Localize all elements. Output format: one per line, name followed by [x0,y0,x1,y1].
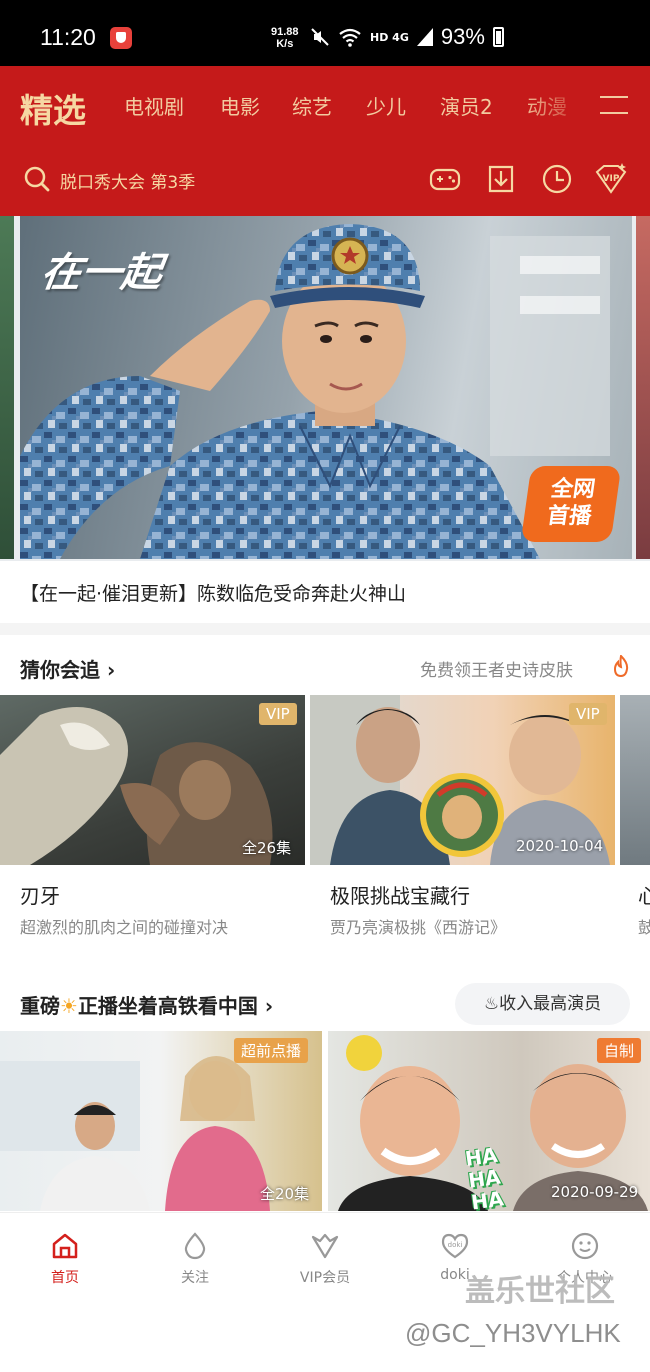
premiere-badge: 全网 首播 [520,466,622,542]
card-title[interactable]: 极限挑战宝藏行 [330,880,470,909]
nav-tab-movie[interactable]: 电影 [220,91,260,120]
status-time: 11:20 [40,24,96,50]
episode-count: 全20集 [260,1185,310,1203]
battery-icon [492,27,504,47]
svg-text:VIP: VIP [603,174,620,184]
section-title-prefix: 重磅 [20,994,60,1018]
early-access-badge: 超前点播 [234,1038,309,1063]
card-title[interactable]: 心 [638,880,650,909]
card-title[interactable]: 刃牙 [20,880,60,909]
channel-nav: 精选 电视剧 电影 综艺 少儿 演员2 动漫 [0,66,650,144]
chevron-right-icon: › [257,994,274,1018]
community-watermark: 盖乐世社区 [465,1274,615,1309]
flame-icon [613,655,629,677]
card-subtitle: 超激烈的肌肉之间的碰撞对决 [20,918,229,937]
download-icon[interactable] [484,162,518,196]
vip-crown-icon [311,1233,339,1259]
section-title-text: 猜你会追 [20,658,100,682]
vip-badge: VIP [569,703,607,725]
banner-caption[interactable]: 【在一起·催泪更新】陈数临危受命奔赴火神山 [0,561,650,623]
tab-label: VIP会员 [299,1270,351,1286]
game-controller-icon[interactable] [428,162,462,196]
nav-tab-tv[interactable]: 电视剧 [124,91,184,120]
search-input[interactable]: 脱口秀大会 第3季 [60,168,195,193]
net-speed: 91.88 K/s [271,26,299,50]
top-earning-actors-pill[interactable]: ♨收入最高演员 [455,983,630,1025]
vip-diamond-icon[interactable]: VIP [594,162,628,196]
card-thumbnail-peek[interactable] [620,695,650,865]
nav-fade [520,66,590,144]
status-icons: HD 4G 93% [310,24,504,50]
nav-tab-featured[interactable]: 精选 [20,84,86,132]
vip-badge: VIP [259,703,297,725]
promo-link[interactable]: 免费领王者史诗皮肤 [420,656,573,681]
app-header: 精选 电视剧 电影 综艺 少儿 演员2 动漫 脱口秀大会 第3季 VIP [0,66,650,216]
shield-app-icon [110,27,132,49]
tab-label: 首页 [51,1270,79,1286]
mute-icon [311,28,329,46]
menu-icon[interactable] [600,96,628,116]
nav-tab-actor[interactable]: 演员2 [440,91,493,120]
sun-icon: ☀ [60,994,78,1018]
banner-poster[interactable]: 在一起 全网 首播 [20,216,632,559]
card-subtitle: 贾乃亮演极挑《西游记》 [330,918,507,937]
chevron-right-icon: › [100,658,116,682]
net-speed-unit: K/s [276,38,294,50]
banner-next-peek[interactable] [636,216,650,559]
net-speed-value: 91.88 [271,26,299,38]
profile-smile-icon [571,1232,599,1260]
status-bar: 11:20 91.88 K/s HD 4G 93% [0,0,650,66]
section-title-highlight[interactable]: 重磅☀正播坐着高铁看中国 › [20,990,273,1019]
banner-caption-text: 【在一起·催泪更新】陈数临危受命奔赴火神山 [20,583,407,605]
episode-count: 全26集 [242,839,292,857]
user-watermark: @GC_YH3VYLHK [405,1318,621,1348]
tab-vip[interactable]: VIP会员 [280,1231,370,1287]
banner-title-art: 在一起 [38,249,165,296]
history-clock-icon[interactable] [540,162,574,196]
network-type: HD 4G [370,30,409,44]
card-subtitle: 鼓 [638,918,650,937]
drop-icon [184,1232,206,1260]
tab-follow[interactable]: 关注 [150,1231,240,1287]
wifi-icon [339,28,361,47]
section-title-text: 正播坐着高铁看中国 [77,994,258,1018]
signal-icon [416,28,433,46]
search-row: 脱口秀大会 第3季 VIP [0,144,650,216]
doki-heart-icon: doki [441,1233,469,1259]
section-divider [0,623,650,635]
banner-prev-peek[interactable] [0,216,14,559]
haha-sticker: HA HA HA [463,1142,505,1211]
update-date: 2020-10-04 [516,837,604,855]
svg-text:doki: doki [448,1241,463,1249]
app-screen: 11:20 91.88 K/s HD 4G 93% 精选 电视剧 电影 综艺 少… [0,0,650,1372]
battery-percent: 93% [440,24,485,49]
home-icon [52,1233,78,1259]
update-date: 2020-09-29 [551,1183,639,1201]
tab-home[interactable]: 首页 [20,1231,110,1287]
nav-tab-kids[interactable]: 少儿 [366,91,406,120]
premiere-badge-line2: 首播 [545,504,593,529]
search-icon[interactable] [24,166,50,192]
original-badge: 自制 [597,1038,642,1063]
banner-carousel[interactable]: 在一起 全网 首播 [0,216,650,561]
premiere-badge-line1: 全网 [549,477,597,502]
section-title-recommend[interactable]: 猜你会追 › [20,654,115,683]
nav-tab-variety[interactable]: 综艺 [292,91,332,120]
tab-label: 关注 [181,1270,209,1286]
